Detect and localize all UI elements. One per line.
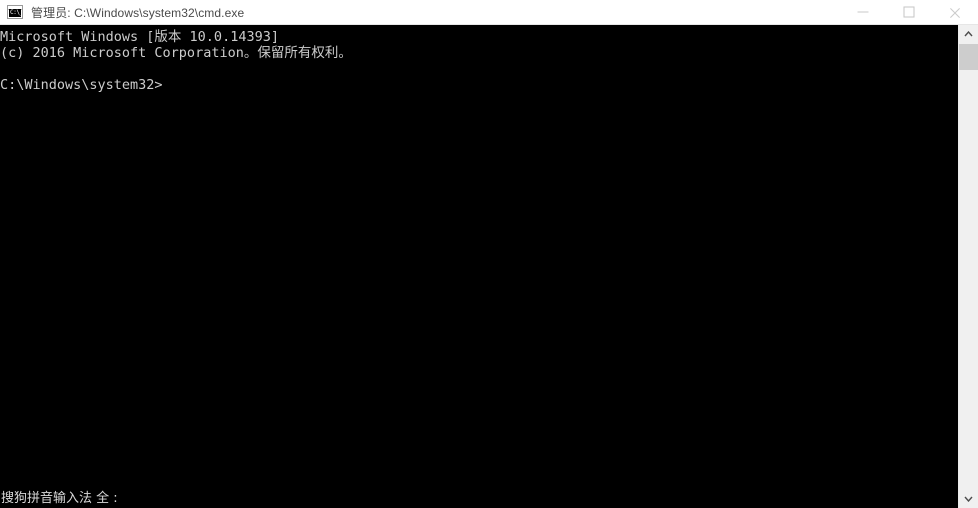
vertical-scrollbar[interactable] xyxy=(958,25,978,508)
console-output-area[interactable]: Microsoft Windows [版本 10.0.14393] (c) 20… xyxy=(0,25,958,508)
scroll-down-arrow-icon[interactable] xyxy=(959,490,978,508)
maximize-icon xyxy=(903,6,915,18)
minimize-button[interactable] xyxy=(840,0,886,25)
scrollbar-thumb[interactable] xyxy=(959,44,978,70)
minimize-icon xyxy=(857,11,869,13)
icon-screen-text: C:\_ xyxy=(9,9,21,17)
close-button[interactable] xyxy=(932,0,978,25)
console-text: Microsoft Windows [版本 10.0.14393] (c) 20… xyxy=(0,29,352,93)
ime-status-bar: 搜狗拼音输入法 全 : xyxy=(1,491,118,506)
window-title: 管理员: C:\Windows\system32\cmd.exe xyxy=(31,5,245,20)
close-icon xyxy=(949,6,962,19)
title-bar[interactable]: C:\_ 管理员: C:\Windows\system32\cmd.exe xyxy=(0,0,978,25)
cmd-console-icon: C:\_ xyxy=(7,5,23,19)
window-controls xyxy=(840,0,978,25)
cmd-window: C:\_ 管理员: C:\Windows\system32\cmd.exe Mi… xyxy=(0,0,978,508)
scroll-up-arrow-icon[interactable] xyxy=(959,25,978,43)
maximize-button[interactable] xyxy=(886,0,932,25)
